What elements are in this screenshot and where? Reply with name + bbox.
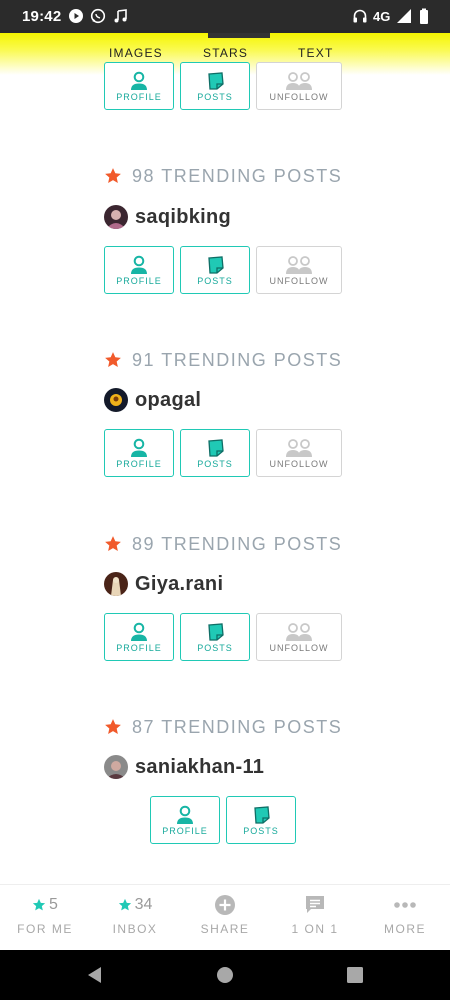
user-row[interactable]: saqibking: [104, 204, 231, 230]
music-note-icon: [114, 9, 127, 23]
person-icon: [131, 622, 147, 641]
profile-button[interactable]: PROFILE: [150, 796, 220, 844]
status-time: 19:42: [22, 8, 62, 25]
sticky-note-icon: [208, 439, 224, 457]
star-icon: [118, 898, 131, 911]
users-icon: [286, 439, 312, 457]
star-icon: [32, 898, 46, 911]
posts-button[interactable]: POSTS: [180, 613, 250, 661]
more-dots-icon: [394, 902, 416, 908]
user-row[interactable]: opagal: [104, 387, 201, 413]
nav-count: 34: [134, 896, 153, 913]
nav-1on1[interactable]: 1 ON 1: [270, 885, 360, 951]
trend-row: 89 TRENDING POSTS: [104, 533, 342, 555]
posts-button[interactable]: POSTS: [180, 62, 250, 110]
person-icon: [177, 805, 193, 824]
star-icon: [105, 168, 121, 183]
posts-button[interactable]: POSTS: [180, 246, 250, 294]
avatar[interactable]: [104, 388, 128, 412]
network-type: 4G: [373, 9, 391, 24]
nav-label: INBOX: [112, 922, 158, 936]
unfollow-button[interactable]: UNFOLLOW: [256, 62, 342, 110]
tab-stars[interactable]: STARS: [203, 46, 248, 60]
avatar[interactable]: [104, 205, 128, 229]
nav-label: MORE: [384, 922, 426, 936]
profile-button[interactable]: PROFILE: [104, 613, 174, 661]
person-icon: [131, 438, 147, 457]
trending-count: 89 TRENDING POSTS: [132, 533, 343, 554]
posts-button[interactable]: POSTS: [180, 429, 250, 477]
sticky-note-icon: [208, 256, 224, 274]
leaderboard-card: 87 TRENDING POSTS saniakhan-11 PROFILE P…: [0, 716, 450, 846]
unfollow-button[interactable]: UNFOLLOW: [256, 429, 342, 477]
leaderboard-card: 91 TRENDING POSTS opagal PROFILE POSTS U…: [0, 349, 450, 479]
signal-icon: [397, 9, 411, 23]
status-bar: 19:42 4G: [0, 0, 450, 33]
trend-row: 91 TRENDING POSTS: [104, 349, 342, 371]
leaderboard-card: 89 TRENDING POSTS Giya.rani PROFILE POST…: [0, 533, 450, 663]
username-redaction: [208, 33, 270, 38]
partial-card: PROFILE POSTS UNFOLLOW: [0, 62, 450, 112]
profile-button[interactable]: PROFILE: [104, 246, 174, 294]
username[interactable]: Giya.rani: [135, 573, 223, 596]
trending-count: 91 TRENDING POSTS: [132, 349, 343, 370]
chat-icon: [306, 896, 324, 913]
users-icon: [286, 72, 312, 90]
headphones-icon: [353, 9, 367, 23]
profile-button[interactable]: PROFILE: [104, 62, 174, 110]
sticky-note-icon: [254, 806, 270, 824]
play-icon: [69, 9, 83, 23]
tab-images[interactable]: IMAGES: [109, 46, 163, 60]
nav-label: FOR ME: [17, 922, 73, 936]
username[interactable]: saqibking: [135, 206, 231, 229]
nav-inbox[interactable]: 34 INBOX: [90, 885, 180, 951]
profile-button[interactable]: PROFILE: [104, 429, 174, 477]
trend-row: 87 TRENDING POSTS: [104, 716, 342, 738]
star-icon: [105, 536, 121, 551]
unfollow-button[interactable]: UNFOLLOW: [256, 613, 342, 661]
unfollow-button[interactable]: UNFOLLOW: [256, 246, 342, 294]
nav-count: 5: [49, 896, 58, 913]
posts-button[interactable]: POSTS: [226, 796, 296, 844]
trending-count: 98 TRENDING POSTS: [132, 165, 343, 186]
whatsapp-icon: [90, 8, 106, 24]
star-icon: [105, 352, 121, 367]
username[interactable]: opagal: [135, 389, 201, 412]
avatar[interactable]: [104, 755, 128, 779]
sticky-note-icon: [208, 72, 224, 90]
user-row[interactable]: Giya.rani: [104, 571, 223, 597]
battery-icon: [420, 8, 428, 24]
person-icon: [131, 255, 147, 274]
recents-icon[interactable]: [345, 965, 365, 985]
nav-label: SHARE: [200, 922, 250, 936]
back-icon[interactable]: [85, 965, 105, 985]
sticky-note-icon: [208, 623, 224, 641]
plus-circle-icon: [215, 895, 235, 915]
nav-for-me[interactable]: 5 FOR ME: [0, 885, 90, 951]
star-icon: [105, 719, 121, 734]
avatar[interactable]: [104, 572, 128, 596]
person-icon: [131, 71, 147, 90]
home-icon[interactable]: [215, 965, 235, 985]
username[interactable]: saniakhan-11: [135, 756, 264, 779]
nav-label: 1 ON 1: [291, 922, 339, 936]
nav-share[interactable]: SHARE: [180, 885, 270, 951]
trending-count: 87 TRENDING POSTS: [132, 716, 343, 737]
leaderboard-card: 98 TRENDING POSTS saqibking PROFILE POST…: [0, 165, 450, 295]
users-icon: [286, 256, 312, 274]
bottom-nav: 5 FOR ME 34 INBOX SHARE 1 ON 1 MORE: [0, 884, 450, 950]
system-navigation-bar: [0, 950, 450, 1000]
users-icon: [286, 623, 312, 641]
trend-row: 98 TRENDING POSTS: [104, 165, 342, 187]
tab-text[interactable]: TEXT: [298, 46, 333, 60]
user-row[interactable]: saniakhan-11: [104, 754, 264, 780]
nav-more[interactable]: MORE: [360, 885, 450, 951]
